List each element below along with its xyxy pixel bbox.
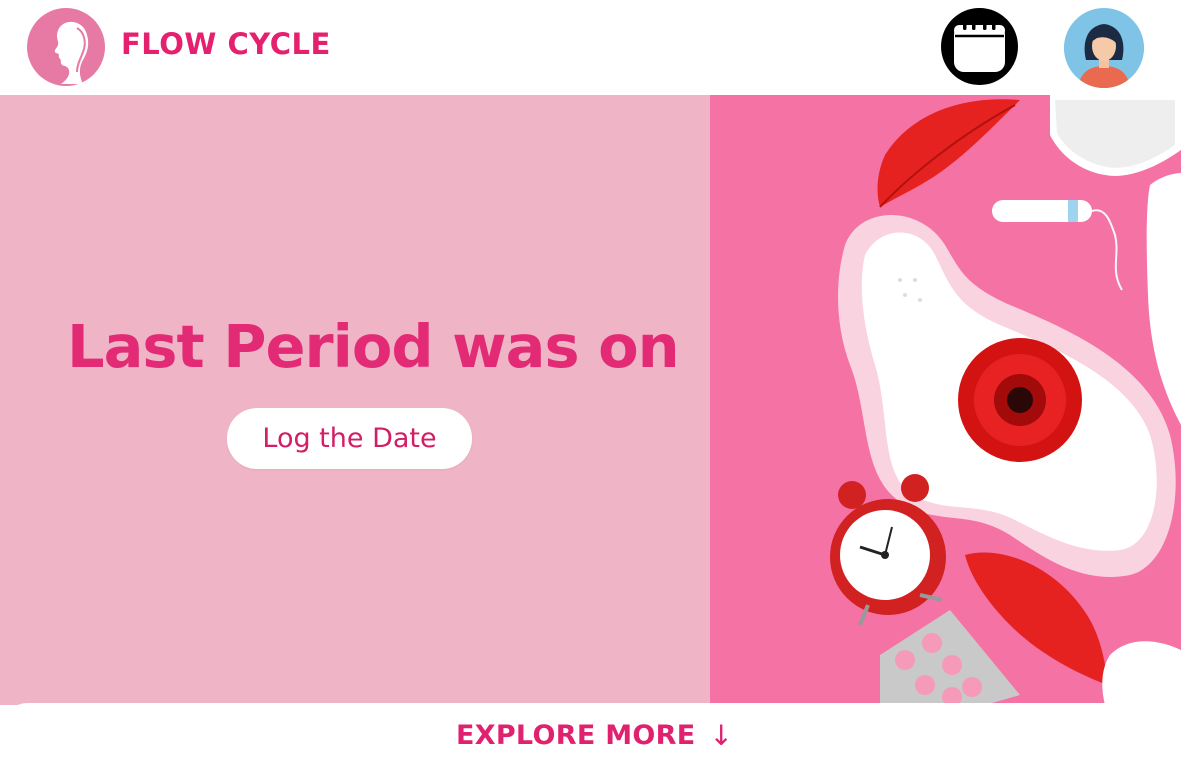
arrow-down-icon: ↓ xyxy=(709,719,733,752)
explore-more-button[interactable]: EXPLORE MORE ↓ xyxy=(0,703,1181,768)
hero-text-panel: Last Period was on Log the Date xyxy=(0,95,710,705)
brand-name: FLOW CYCLE xyxy=(121,27,331,61)
explore-more-label: EXPLORE MORE xyxy=(455,720,696,751)
calendar-icon xyxy=(954,20,1005,72)
woman-silhouette-logo-icon[interactable] xyxy=(27,8,105,86)
hero-section: Last Period was on Log the Date xyxy=(0,95,1181,705)
period-products-photo xyxy=(710,95,1181,705)
user-avatar[interactable] xyxy=(1064,8,1144,88)
calendar-button[interactable] xyxy=(941,8,1018,85)
log-date-button[interactable]: Log the Date xyxy=(227,408,472,469)
last-period-heading: Last Period was on xyxy=(67,312,680,381)
app-header: FLOW CYCLE xyxy=(0,0,1181,95)
